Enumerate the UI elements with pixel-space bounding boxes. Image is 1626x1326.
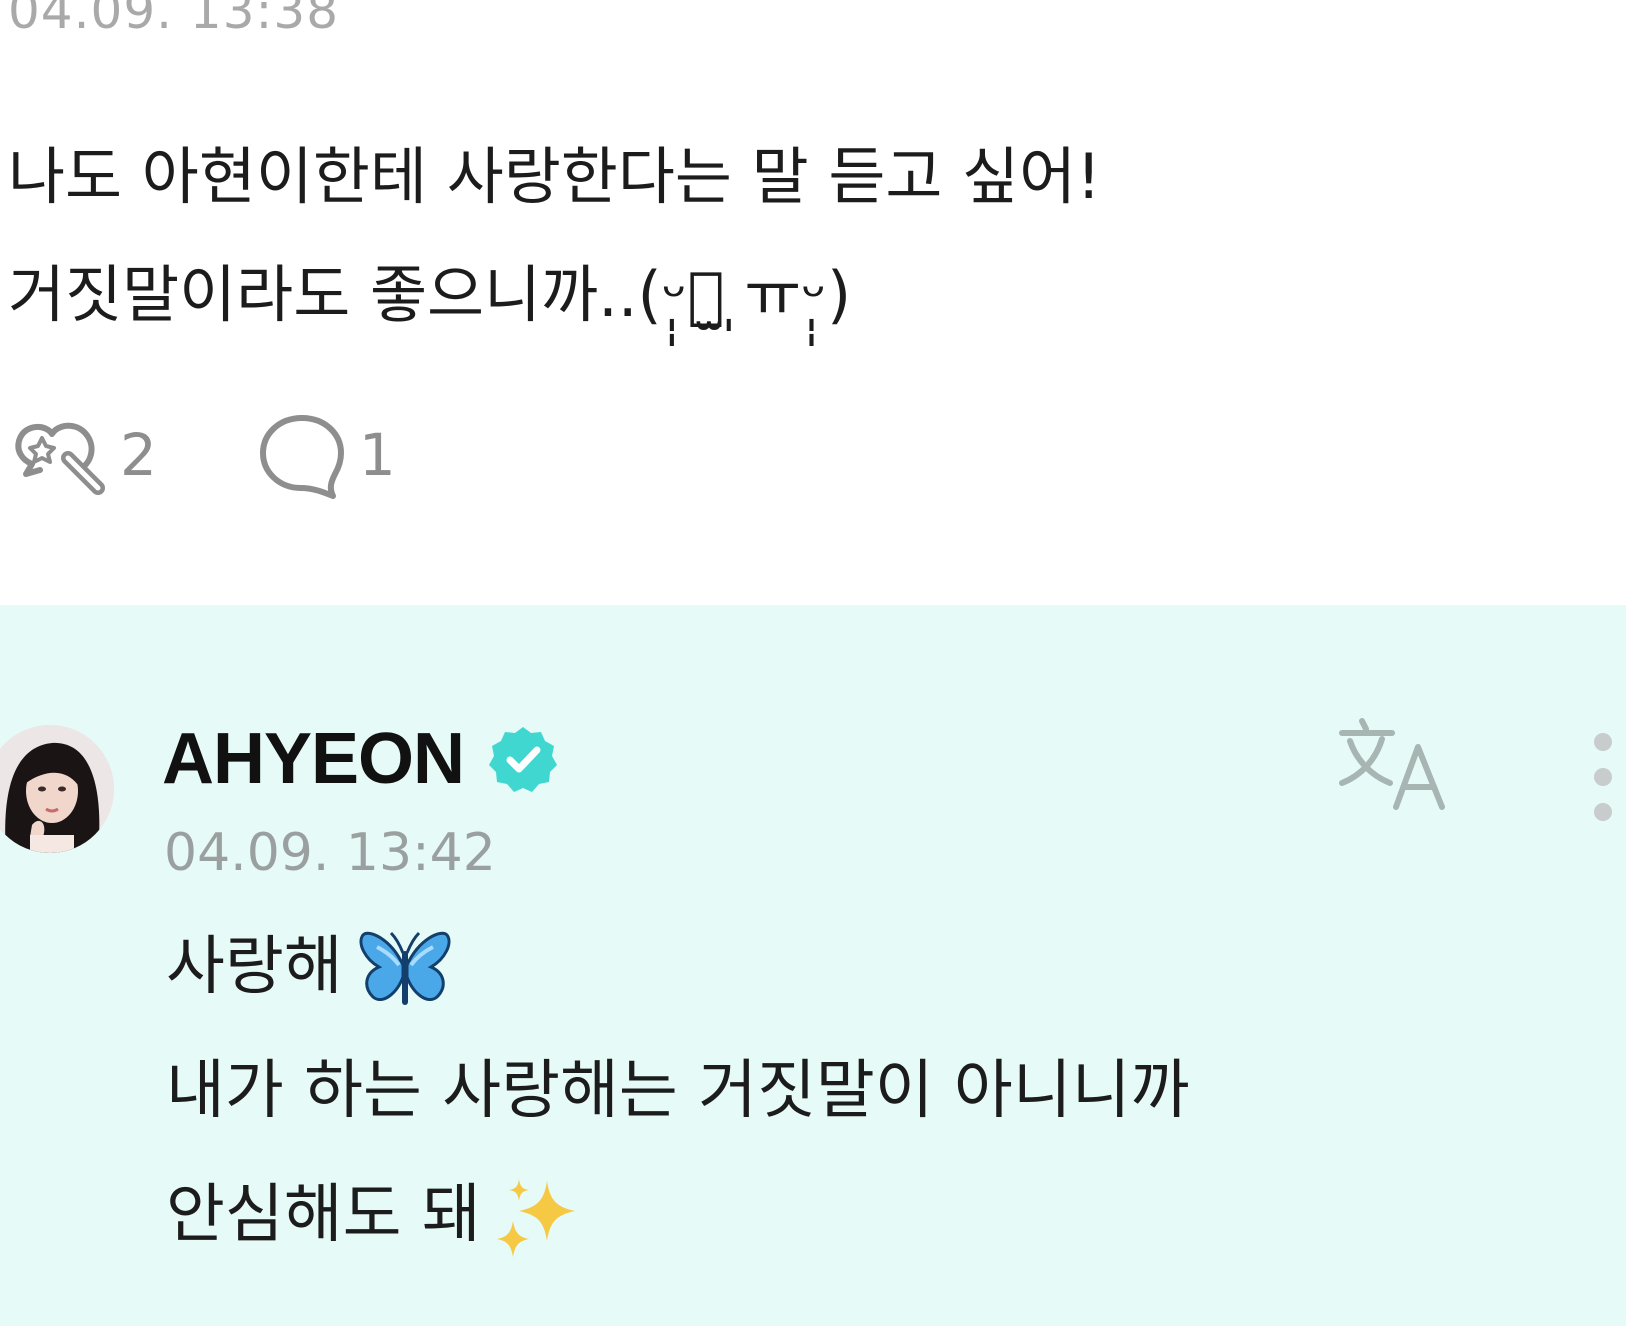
translate-icon [1339,718,1445,810]
like-button[interactable]: 2 [12,412,157,498]
reply-timestamp: 04.09. 13:42 [164,823,496,883]
speech-bubble-icon [259,415,344,499]
butterfly-emoji [359,932,451,1006]
artist-reply: AHYEON 04.09. 13:42 사랑해 내가 하는 사랑해는 거짓말이 … [0,605,1626,1326]
post-body-line: 거짓말이라도 좋으니까..(ᵕ̩̩ㅠ̫ ̩ㅠᵕ̩̩) [8,258,852,331]
username[interactable]: AHYEON [162,718,465,800]
reply-line-text: 사랑해 [166,930,343,1004]
post-timestamp: 04.09. 13:38 [8,0,340,40]
post-body: 나도 아현이한테 사랑한다는 말 듣고 싶어! 거짓말이라도 좋으니까..(ᵕ̩… [8,118,1101,354]
reply-body: 사랑해 내가 하는 사랑해는 거짓말이 아니니까 안심해도 돼 [166,905,1189,1277]
translate-button[interactable] [1336,715,1460,819]
post-actions: 2 1 [12,410,396,500]
sparkle-heart-icon [15,422,105,495]
sparkles-emoji [496,1179,575,1258]
reply-body-line: 안심해도 돼 [166,1153,1189,1277]
reply-line-text: 안심해도 돼 [166,1178,481,1252]
verified-badge-icon [489,727,558,792]
post-body-line: 나도 아현이한테 사랑한다는 말 듣고 싶어! [8,140,1102,213]
more-dot [1594,733,1612,751]
like-count: 2 [120,421,157,489]
more-dot [1594,803,1612,821]
reply-body-line: 내가 하는 사랑해는 거짓말이 아니니까 [166,1054,1190,1128]
more-dot [1594,768,1612,786]
avatar[interactable] [0,725,114,853]
fan-post: 04.09. 13:38 나도 아현이한테 사랑한다는 말 듣고 싶어! 거짓말… [0,0,1626,605]
comment-count: 1 [358,421,396,489]
more-options-button[interactable] [1594,733,1624,833]
reply-body-line: 사랑해 [166,905,1189,1029]
comment-button[interactable]: 1 [257,410,396,500]
username-row: AHYEON [162,715,558,803]
